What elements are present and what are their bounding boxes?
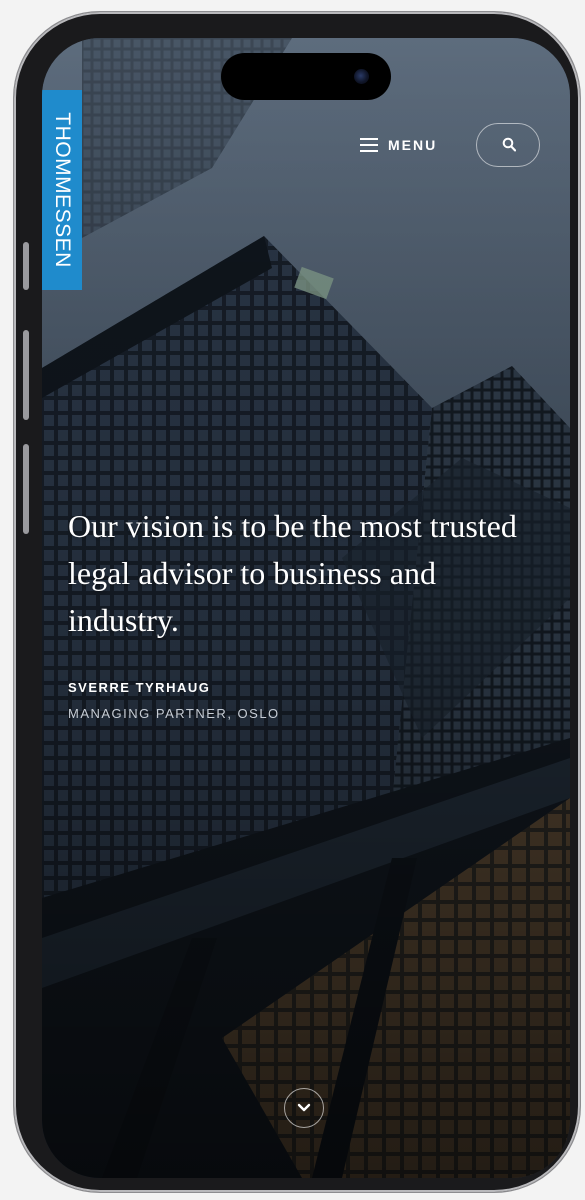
logo-text: THOMMESSEN [51,112,74,268]
hero-quote: Our vision is to be the most trusted leg… [68,508,517,638]
hamburger-icon [360,138,378,152]
side-button [23,444,29,534]
scroll-down-button[interactable] [284,1088,324,1128]
side-button [23,242,29,290]
quote-author: SVERRE TYRHAUG [68,680,211,695]
menu-button[interactable]: MENU [360,133,437,157]
dynamic-island [221,53,391,100]
camera-icon [354,69,369,84]
menu-label: MENU [388,137,438,153]
hero-screen: THOMMESSEN MENU Our vision is to be the … [42,38,570,1178]
quote-author-role: MANAGING PARTNER, OSLO [68,706,280,721]
chevron-down-icon [297,1103,311,1112]
search-button[interactable] [476,123,540,167]
side-button [23,330,29,420]
search-icon [502,137,516,152]
brand-logo[interactable]: THOMMESSEN [42,90,82,290]
